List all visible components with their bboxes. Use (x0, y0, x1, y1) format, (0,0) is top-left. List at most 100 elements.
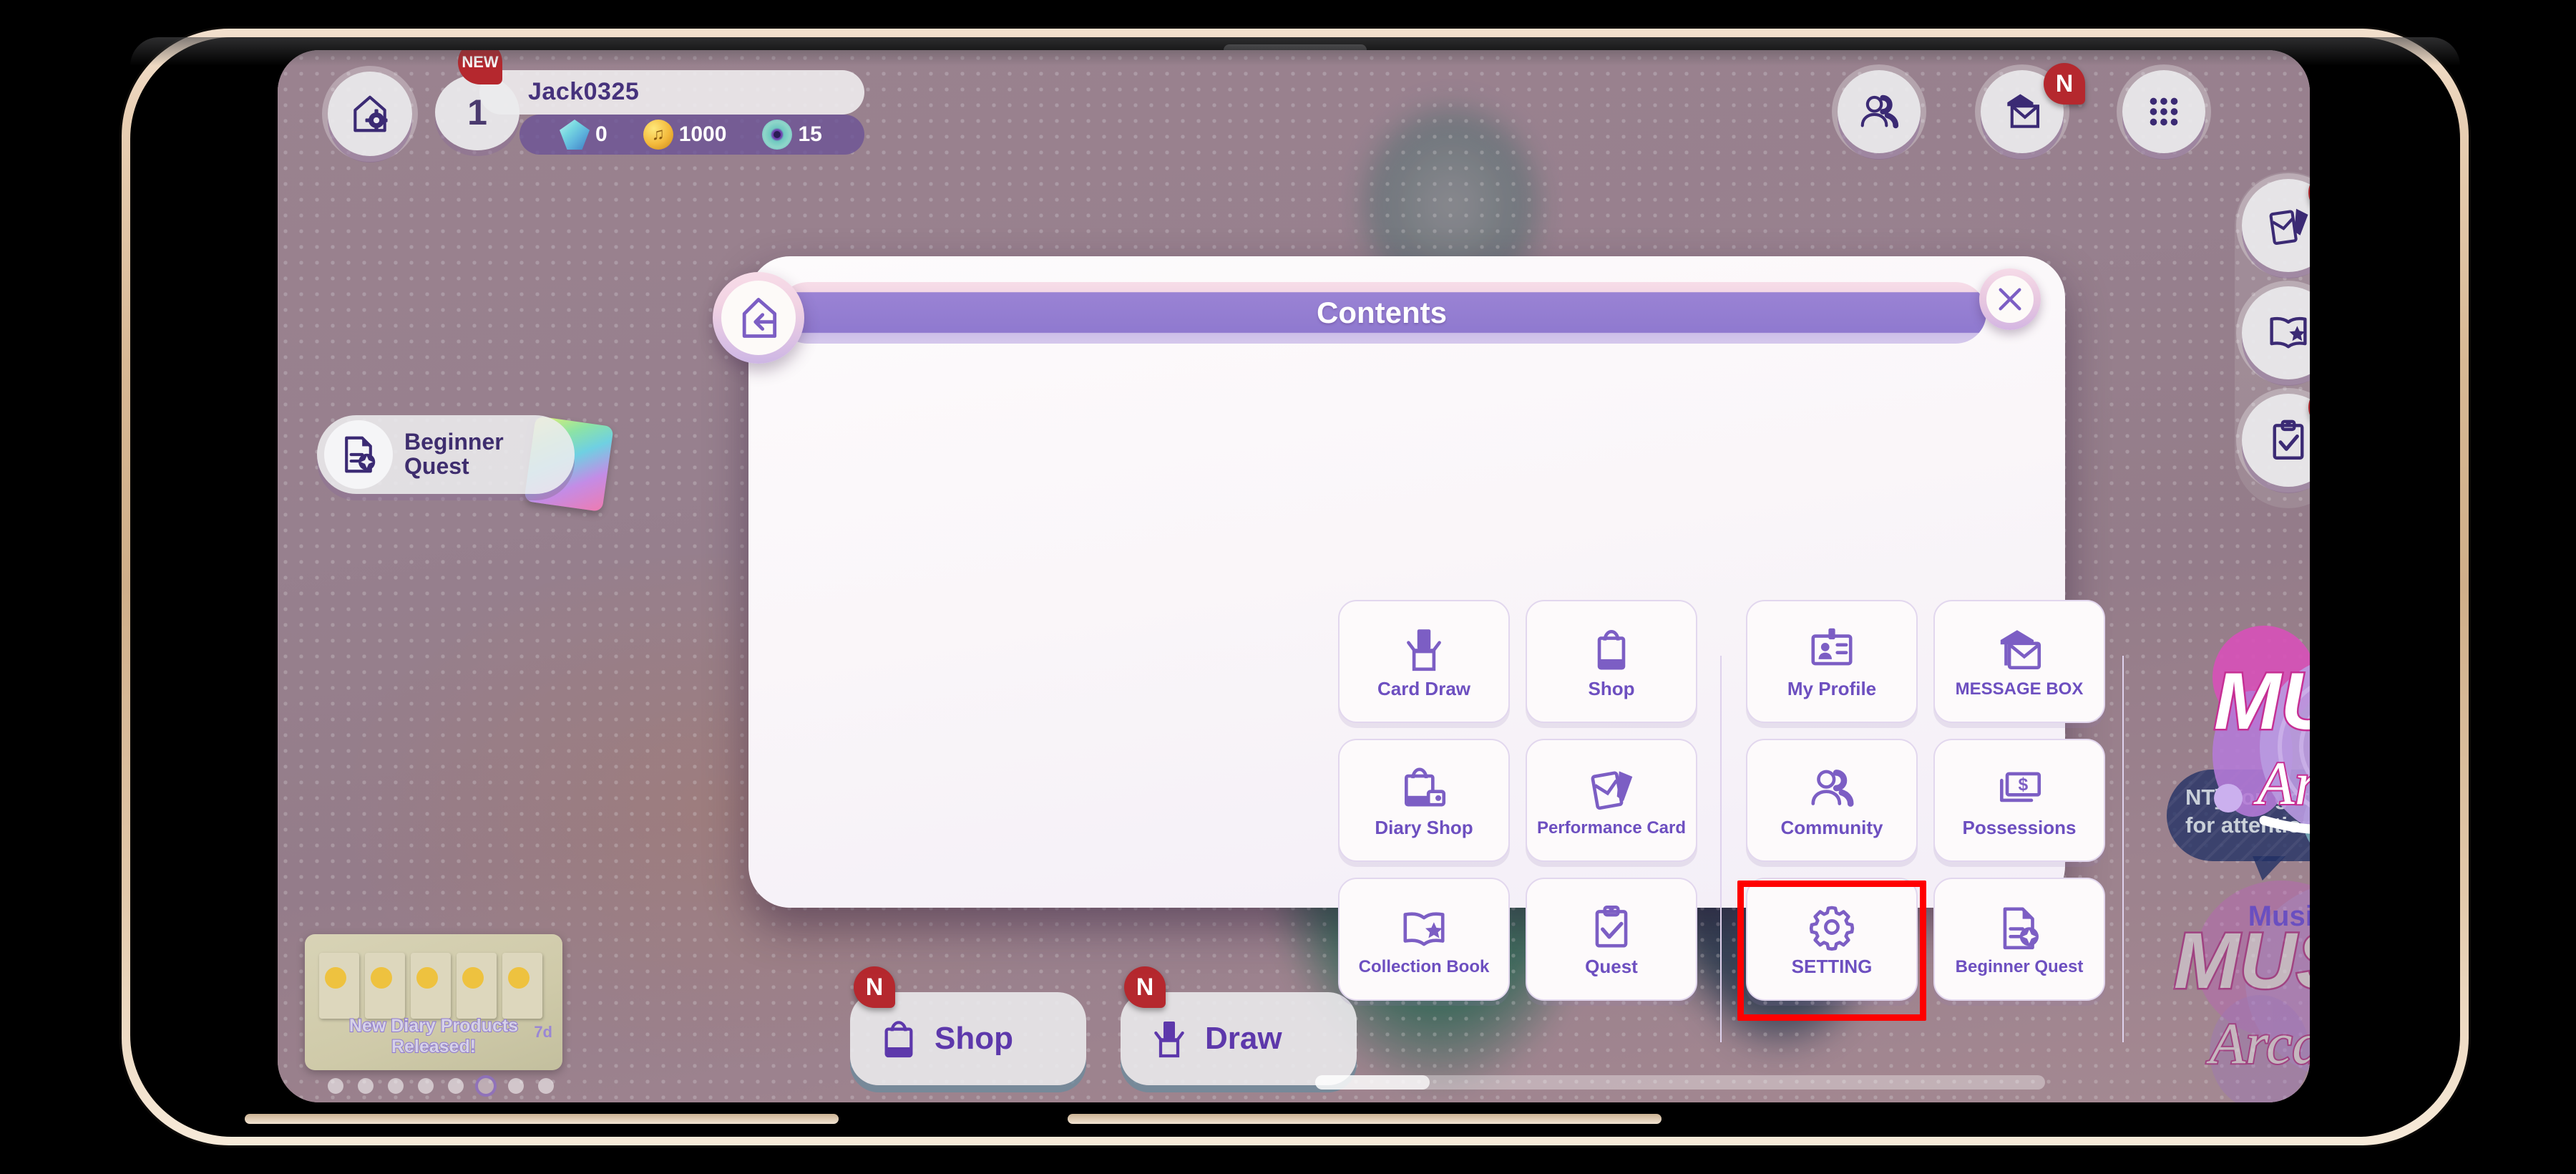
tile-label: Possessions (1962, 817, 2077, 839)
shop-bag-icon (1597, 630, 1626, 670)
mail-badge: N (2044, 63, 2085, 105)
contents-dialog: Contents Card Draw Diary Shop Collection… (748, 256, 2310, 1042)
currency-gem[interactable]: 0 (560, 120, 608, 150)
tile-label: Diary Shop (1375, 817, 1473, 839)
bottom-speaker-left (245, 1114, 839, 1124)
tile-label: Quest (1585, 956, 1638, 978)
promo-divider (2122, 656, 2124, 1042)
tile-label: Card Draw (1377, 678, 1471, 700)
friends-icon (1860, 94, 1899, 129)
tile-message-box[interactable]: MESSAGE BOX (1933, 600, 2105, 723)
tile-diary-shop[interactable]: Diary Shop (1338, 739, 1510, 862)
username-label: Jack0325 (528, 78, 640, 105)
diary-thumb (319, 953, 359, 1019)
tile-label: Shop (1588, 678, 1635, 700)
dialog-close-button[interactable] (1979, 268, 2041, 330)
home-back-icon (742, 298, 777, 338)
page-dot[interactable] (328, 1078, 343, 1094)
tile-community[interactable]: Community (1746, 739, 1918, 862)
currency-coin[interactable]: ♫ 1000 (643, 120, 727, 150)
tile-label: Beginner Quest (1955, 957, 2084, 977)
quest-clipboard-icon (2273, 419, 2304, 460)
disc-icon (762, 120, 793, 150)
disc-value: 15 (798, 122, 822, 146)
promo-caption: Music Arcade (2248, 901, 2310, 932)
svg-text:Arcade: Arcade (2253, 749, 2310, 818)
tile-collection-book[interactable]: Collection Book (1338, 878, 1510, 1001)
tile-label: Performance Card (1536, 818, 1687, 838)
friends-button[interactable] (1838, 70, 1921, 153)
svg-text:Arcade: Arcade (2206, 1011, 2310, 1076)
menu-button[interactable] (2122, 70, 2205, 153)
bottom-speaker-right (1068, 1114, 1662, 1124)
tile-card-draw[interactable]: Card Draw (1338, 600, 1510, 723)
beginner-quest-icon-wrap (324, 420, 393, 489)
draw-action-badge: N (1124, 966, 1166, 1008)
currency-disc[interactable]: 15 (762, 120, 822, 150)
mail-open-icon (2000, 630, 2041, 670)
promo-panel: MUSIC Arcade Music Arcade (2172, 593, 2310, 979)
card-draw-icon (1154, 1022, 1184, 1058)
dialog-back-button[interactable] (713, 272, 804, 364)
tile-column-d: MESSAGE BOX $ Possessions Beginner Quest (1933, 600, 2105, 1001)
card-draw-icon (1407, 629, 1441, 671)
performance-card-icon (1591, 771, 1633, 810)
home-gear-icon (353, 95, 388, 132)
diary-thumb (411, 953, 451, 1019)
page-dot[interactable] (538, 1078, 554, 1094)
horizontal-scrollbar[interactable] (1315, 1075, 2045, 1090)
beginner-quest-icon (2003, 907, 2039, 950)
collection-book-icon-wrap (1397, 902, 1450, 954)
dialog-title: Contents (1317, 296, 1447, 329)
column-divider (1720, 656, 1722, 1042)
page-dot[interactable] (448, 1078, 464, 1094)
beginner-quest-line2: Quest (404, 453, 469, 479)
quest-clipboard-icon (1595, 906, 1628, 948)
tile-quest[interactable]: Quest (1526, 878, 1697, 1001)
coin-value: 1000 (678, 122, 727, 146)
close-icon (1999, 288, 2021, 311)
mail-icon (2007, 94, 2040, 128)
gear-icon (1809, 906, 1855, 951)
page-dot[interactable] (358, 1078, 374, 1094)
dialog-back-button-inner (721, 281, 796, 355)
tile-column-b: Shop Performance Card Quest (1526, 600, 1697, 1001)
banner-pagination[interactable] (328, 1078, 554, 1094)
tile-label: Community (1780, 817, 1883, 839)
community-icon (1811, 770, 1854, 807)
quest-clipboard-icon-wrap (1585, 901, 1638, 953)
page-dot[interactable] (388, 1078, 404, 1094)
currency-bar: 0 ♫ 1000 15 (519, 115, 864, 155)
tile-performance-card[interactable]: Performance Card (1526, 739, 1697, 862)
home-settings-button[interactable] (328, 72, 412, 156)
page-dot-active[interactable] (478, 1078, 494, 1094)
diary-shop-icon (1405, 767, 1446, 807)
profile-id-icon-wrap (1805, 624, 1858, 675)
money-bill-icon-wrap: $ (1993, 762, 2046, 814)
tile-beginner-quest[interactable]: Beginner Quest (1933, 878, 2105, 1001)
tile-shop[interactable]: Shop (1526, 600, 1697, 723)
svg-text:$: $ (2019, 775, 2029, 795)
tile-column-c: My Profile Community SETTING (1746, 600, 1918, 1001)
tile-label: MESSAGE BOX (1955, 679, 2084, 699)
page-dot[interactable] (508, 1078, 524, 1094)
promo-banner[interactable]: 7d New Diary Products Released! (305, 934, 562, 1070)
tile-my-profile[interactable]: My Profile (1746, 600, 1918, 723)
page-dot[interactable] (418, 1078, 434, 1094)
community-icon-wrap (1805, 762, 1858, 814)
music-arcade-logo: MUSIC Arcade (2172, 593, 2310, 893)
gem-icon (560, 120, 590, 150)
tile-possessions[interactable]: $ Possessions (1933, 739, 2105, 862)
tile-setting[interactable]: SETTING (1746, 878, 1918, 1001)
beginner-quest-pill[interactable]: Beginner Quest (317, 415, 575, 494)
phone-bezel: MUSIC Arcade Jack0325 (130, 37, 2460, 1137)
performance-card-icon (2269, 208, 2308, 245)
diary-shop-icon-wrap (1397, 762, 1450, 814)
svg-text:MUSIC: MUSIC (2214, 656, 2310, 746)
draw-action-label: Draw (1205, 1021, 1282, 1056)
phone-screen: MUSIC Arcade Jack0325 (278, 50, 2310, 1102)
tile-label: Collection Book (1358, 957, 1490, 977)
shop-bag-icon-wrap (1585, 624, 1638, 675)
performance-card-icon-wrap (1585, 763, 1638, 815)
banner-title: New Diary Products Released! (348, 1015, 519, 1057)
